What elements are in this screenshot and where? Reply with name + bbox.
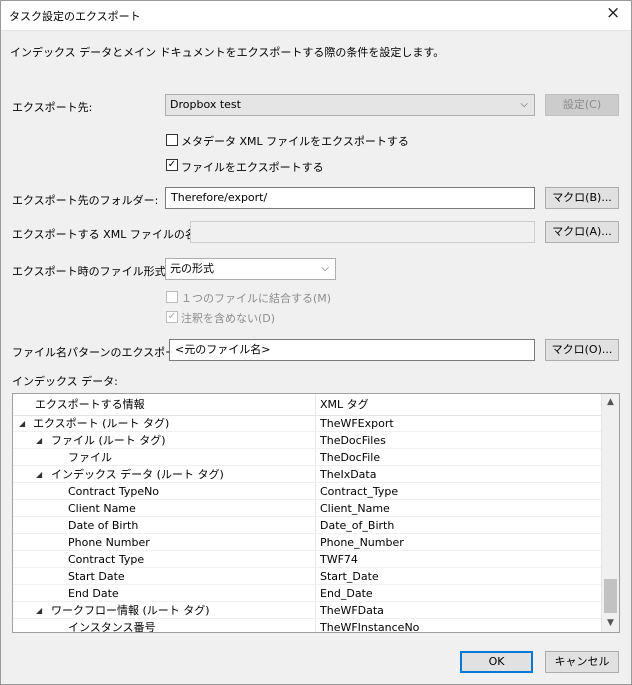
row-name: ワークフロー情報 (ルート タグ) (51, 604, 210, 617)
filename-pattern-input[interactable]: <元のファイル名> (169, 339, 535, 361)
row-name: エクスポート (ルート タグ) (33, 417, 170, 430)
row-name: Contract Type (68, 553, 145, 566)
row-name: Client Name (68, 502, 136, 515)
table-row[interactable]: Start Date Start_Date (13, 568, 603, 585)
folder-label: エクスポート先のフォルダー: (12, 194, 159, 207)
column-header-xml-tag[interactable]: XML タグ (320, 396, 369, 413)
row-name: Start Date (68, 570, 125, 583)
collapse-icon[interactable]: ◢ (19, 415, 25, 432)
collapse-icon[interactable]: ◢ (36, 432, 42, 449)
row-name: インデックス データ (ルート タグ) (51, 468, 224, 481)
row-tag: TheDocFiles (320, 434, 386, 447)
row-tag: TheWFData (320, 604, 384, 617)
xml-name-label: エクスポートする XML ファイルの名前: (12, 228, 211, 241)
settings-button[interactable]: 設定(C) (545, 94, 619, 116)
row-name: Date of Birth (68, 519, 139, 532)
close-icon[interactable]: × (606, 5, 620, 22)
row-name: Contract TypeNo (68, 485, 160, 498)
row-name: Phone Number (68, 536, 150, 549)
export-files-label: ファイルをエクスポートする (181, 161, 324, 174)
file-format-label: エクスポート時のファイル形式: (12, 265, 170, 278)
export-target-label: エクスポート先: (12, 101, 93, 114)
vertical-scrollbar[interactable]: ▲ ▼ (601, 394, 619, 632)
dialog-description: インデックス データとメイン ドキュメントをエクスポートする際の条件を設定します… (10, 46, 445, 59)
merge-label: １つのファイルに結合する(M) (181, 292, 332, 305)
column-header-info[interactable]: エクスポートする情報 (35, 396, 145, 413)
table-row[interactable]: Client Name Client_Name (13, 500, 603, 517)
row-tag: TheIxData (320, 468, 377, 481)
filename-pattern-macro-button[interactable]: マクロ(O)... (545, 339, 619, 361)
row-tag: End_Date (320, 587, 373, 600)
folder-input[interactable]: Therefore/export/ (165, 187, 535, 209)
row-tag: Date_of_Birth (320, 519, 395, 532)
xml-name-input[interactable] (190, 221, 535, 243)
row-tag: Contract_Type (320, 485, 399, 498)
table-row[interactable]: End Date End_Date (13, 585, 603, 602)
table-row[interactable]: ◢ ワークフロー情報 (ルート タグ) TheWFData (13, 602, 603, 619)
row-tag: TheDocFile (320, 451, 381, 464)
table-row[interactable]: Contract TypeNo Contract_Type (13, 483, 603, 500)
index-data-label: インデックス データ: (12, 375, 118, 388)
chevron-down-icon: ⌵ (321, 263, 329, 274)
collapse-icon[interactable]: ◢ (36, 602, 42, 619)
collapse-icon[interactable]: ◢ (36, 466, 42, 483)
metadata-xml-checkbox[interactable] (166, 134, 178, 146)
scroll-up-icon[interactable]: ▲ (603, 394, 618, 411)
cancel-button[interactable]: キャンセル (545, 651, 619, 673)
table-row[interactable]: Contract Type TWF74 (13, 551, 603, 568)
table-row[interactable]: ◢ エクスポート (ルート タグ) TheWFExport (13, 415, 603, 432)
table-row[interactable]: ◢ インデックス データ (ルート タグ) TheIxData (13, 466, 603, 483)
grid-header: エクスポートする情報 XML タグ (13, 394, 603, 416)
table-row[interactable]: Phone Number Phone_Number (13, 534, 603, 551)
scroll-down-icon[interactable]: ▼ (603, 615, 618, 632)
export-target-select[interactable]: Dropbox test ⌵ (165, 94, 535, 116)
table-row[interactable]: インスタンス番号 TheWFInstanceNo (13, 619, 603, 633)
row-name: ファイル (68, 451, 112, 464)
file-format-select[interactable]: 元の形式 ⌵ (165, 258, 336, 280)
filename-pattern-label: ファイル名パターンのエクスポート: (12, 346, 191, 359)
row-name: インスタンス番号 (68, 621, 156, 633)
export-target-value: Dropbox test (170, 98, 241, 111)
no-annotations-label: 注釈を含めない(D) (181, 312, 276, 325)
table-row[interactable]: Date of Birth Date_of_Birth (13, 517, 603, 534)
row-tag: Phone_Number (320, 536, 404, 549)
row-tag: TheWFExport (320, 417, 394, 430)
chevron-down-icon: ⌵ (520, 99, 528, 110)
row-tag: TheWFInstanceNo (320, 621, 420, 633)
metadata-xml-label: メタデータ XML ファイルをエクスポートする (181, 135, 409, 148)
row-name: End Date (68, 587, 119, 600)
row-name: ファイル (ルート タグ) (51, 434, 166, 447)
table-row[interactable]: ◢ ファイル (ルート タグ) TheDocFiles (13, 432, 603, 449)
file-format-value: 元の形式 (170, 262, 214, 275)
ok-button[interactable]: OK (460, 651, 533, 673)
index-data-grid[interactable]: エクスポートする情報 XML タグ ◢ エクスポート (ルート タグ) TheW… (12, 393, 620, 633)
merge-checkbox[interactable] (166, 291, 178, 303)
xml-name-macro-button[interactable]: マクロ(A)... (545, 221, 619, 243)
row-tag: Start_Date (320, 570, 379, 583)
table-row[interactable]: ファイル TheDocFile (13, 449, 603, 466)
export-files-checkbox[interactable]: ✓ (166, 159, 178, 171)
scroll-thumb[interactable] (604, 579, 617, 613)
folder-macro-button[interactable]: マクロ(B)... (545, 187, 619, 209)
no-annotations-checkbox[interactable]: ✓ (166, 311, 178, 323)
row-tag: Client_Name (320, 502, 390, 515)
row-tag: TWF74 (320, 553, 358, 566)
window-title: タスク設定のエクスポート (9, 10, 141, 23)
